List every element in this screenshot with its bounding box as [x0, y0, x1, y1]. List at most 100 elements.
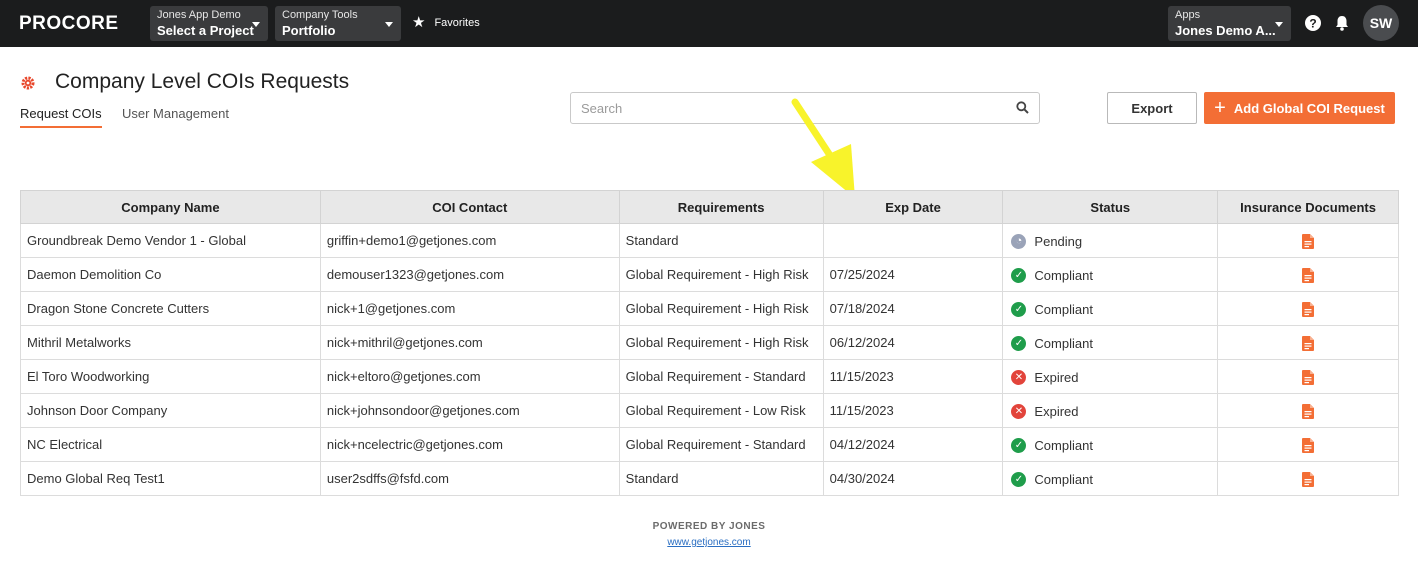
- column-header-requirements[interactable]: Requirements: [618, 190, 824, 224]
- add-global-coi-request-button[interactable]: + Add Global COI Request: [1204, 92, 1395, 124]
- requirements-cell: Global Requirement - High Risk: [618, 257, 824, 292]
- company-name-cell: NC Electrical: [20, 427, 321, 462]
- status-badge: ✓ Compliant: [1011, 336, 1093, 351]
- coi-contact-cell: nick+eltoro@getjones.com: [319, 359, 620, 394]
- status-label: Compliant: [1034, 438, 1093, 453]
- powered-by-text: POWERED BY JONES: [652, 521, 766, 532]
- plus-icon: +: [1214, 97, 1226, 119]
- status-label: Pending: [1034, 233, 1083, 249]
- bell-icon[interactable]: [1333, 14, 1351, 32]
- document-icon[interactable]: [1302, 335, 1315, 351]
- tool-selector-value: Portfolio: [282, 23, 336, 38]
- document-icon[interactable]: [1302, 301, 1315, 317]
- coi-requests-table: Company Name COI Contact Requirements Ex…: [20, 190, 1399, 496]
- avatar[interactable]: SW: [1363, 5, 1399, 41]
- document-icon[interactable]: [1302, 471, 1315, 487]
- table-body: Groundbreak Demo Vendor 1 - Global griffi…: [20, 223, 1399, 496]
- document-icon[interactable]: [1302, 369, 1315, 385]
- status-badge: ✓ Compliant: [1011, 302, 1093, 317]
- check-circle-icon: ✓: [1011, 438, 1027, 453]
- table-row[interactable]: Mithril Metalworks nick+mithril@getjones.…: [20, 325, 1399, 360]
- company-name-cell: Mithril Metalworks: [20, 325, 321, 360]
- status-cell: ✓ Compliant: [1002, 461, 1219, 496]
- column-header-exp-date[interactable]: Exp Date: [822, 190, 1004, 224]
- status-badge: ✓ Compliant: [1011, 472, 1093, 487]
- exp-date-cell: 11/15/2023: [822, 393, 1004, 428]
- footer-link[interactable]: www.getjones.com: [0, 537, 1418, 548]
- column-header-status[interactable]: Status: [1002, 190, 1219, 224]
- table-row[interactable]: Daemon Demolition Co demouser1323@getjone…: [20, 257, 1399, 292]
- exp-date-cell: 04/12/2024: [822, 427, 1004, 462]
- status-cell: ✕ Expired: [1002, 393, 1219, 428]
- add-global-coi-request-label: Add Global COI Request: [1233, 100, 1385, 116]
- table-row[interactable]: Groundbreak Demo Vendor 1 - Global griffi…: [20, 223, 1399, 258]
- table-header-row: Company Name COI Contact Requirements Ex…: [20, 190, 1399, 224]
- document-icon[interactable]: [1302, 437, 1315, 453]
- tool-selector-caption: Company Tools: [282, 9, 358, 21]
- coi-contact-cell: user2sdffs@fsfd.com: [319, 461, 620, 496]
- check-circle-icon: ✓: [1011, 472, 1027, 487]
- insurance-documents-cell: [1217, 257, 1399, 292]
- exp-date-cell: 07/18/2024: [822, 291, 1004, 326]
- status-label: Compliant: [1034, 336, 1093, 351]
- status-label: Expired: [1034, 370, 1079, 385]
- tab-request-cois[interactable]: Request COIs: [20, 106, 102, 128]
- apps-selector[interactable]: Apps Jones Demo A...: [1168, 6, 1291, 41]
- table-row[interactable]: NC Electrical nick+ncelectric@getjones.co…: [20, 427, 1399, 462]
- chevron-down-icon: [1275, 22, 1283, 27]
- company-name-cell: Daemon Demolition Co: [20, 257, 321, 292]
- status-badge: ✓ Compliant: [1011, 438, 1093, 453]
- status-label: Compliant: [1034, 302, 1093, 317]
- apps-selector-caption: Apps: [1175, 9, 1201, 21]
- status-cell: ✓ Compliant: [1002, 427, 1219, 462]
- requirements-cell: Global Requirement - High Risk: [618, 291, 824, 326]
- insurance-documents-cell: [1217, 427, 1399, 462]
- favorites-button[interactable]: ★ Favorites: [412, 14, 480, 31]
- coi-contact-cell: nick+ncelectric@getjones.com: [319, 427, 620, 462]
- status-cell: ✓ Compliant: [1002, 257, 1219, 292]
- status-badge: ◔ Pending: [1011, 233, 1083, 249]
- status-label: Expired: [1034, 404, 1079, 419]
- status-cell: ◔ Pending: [1002, 223, 1219, 258]
- column-header-insurance-documents[interactable]: Insurance Documents: [1217, 190, 1399, 224]
- status-cell: ✓ Compliant: [1002, 325, 1219, 360]
- star-icon: ★: [412, 14, 426, 31]
- column-header-coi-contact[interactable]: COI Contact: [319, 190, 620, 224]
- table-row[interactable]: Johnson Door Company nick+johnsondoor@get…: [20, 393, 1399, 428]
- project-selector-value: Select a Project: [157, 23, 254, 38]
- exp-date-cell: 04/30/2024: [822, 461, 1004, 496]
- search-icon[interactable]: [1016, 101, 1029, 114]
- coi-contact-cell: nick+johnsondoor@getjones.com: [319, 393, 620, 428]
- column-header-company-name[interactable]: Company Name: [20, 190, 321, 224]
- table-row[interactable]: Demo Global Req Test1 user2sdffs@fsfd.com…: [20, 461, 1399, 496]
- coi-contact-cell: nick+mithril@getjones.com: [319, 325, 620, 360]
- insurance-documents-cell: [1217, 325, 1399, 360]
- requirements-cell: Global Requirement - Low Risk: [618, 393, 824, 428]
- tab-user-management[interactable]: User Management: [122, 106, 229, 126]
- project-selector[interactable]: Jones App Demo Select a Project: [150, 6, 268, 41]
- tool-selector[interactable]: Company Tools Portfolio: [275, 6, 401, 41]
- insurance-documents-cell: [1217, 359, 1399, 394]
- requirements-cell: Global Requirement - Standard: [618, 427, 824, 462]
- document-icon[interactable]: [1302, 267, 1315, 283]
- project-selector-caption: Jones App Demo: [157, 9, 241, 21]
- status-label: Compliant: [1034, 268, 1093, 283]
- requirements-cell: Global Requirement - Standard: [618, 359, 824, 394]
- export-button[interactable]: Export: [1107, 92, 1197, 124]
- status-badge: ✕ Expired: [1011, 370, 1079, 385]
- coi-contact-cell: nick+1@getjones.com: [319, 291, 620, 326]
- document-icon[interactable]: [1302, 233, 1315, 249]
- company-name-cell: Demo Global Req Test1: [20, 461, 321, 496]
- document-icon[interactable]: [1302, 403, 1315, 419]
- x-circle-icon: ✕: [1011, 370, 1027, 385]
- table-row[interactable]: Dragon Stone Concrete Cutters nick+1@getj…: [20, 291, 1399, 326]
- insurance-documents-cell: [1217, 461, 1399, 496]
- insurance-documents-cell: [1217, 223, 1399, 258]
- top-nav-bar: PROCORE Jones App Demo Select a Project …: [0, 0, 1418, 47]
- help-icon[interactable]: ?: [1304, 14, 1322, 32]
- table-row[interactable]: El Toro Woodworking nick+eltoro@getjones.…: [20, 359, 1399, 394]
- x-circle-icon: ✕: [1011, 404, 1027, 419]
- procore-logo[interactable]: PROCORE: [19, 13, 119, 35]
- insurance-documents-cell: [1217, 393, 1399, 428]
- exp-date-cell: [822, 223, 1004, 258]
